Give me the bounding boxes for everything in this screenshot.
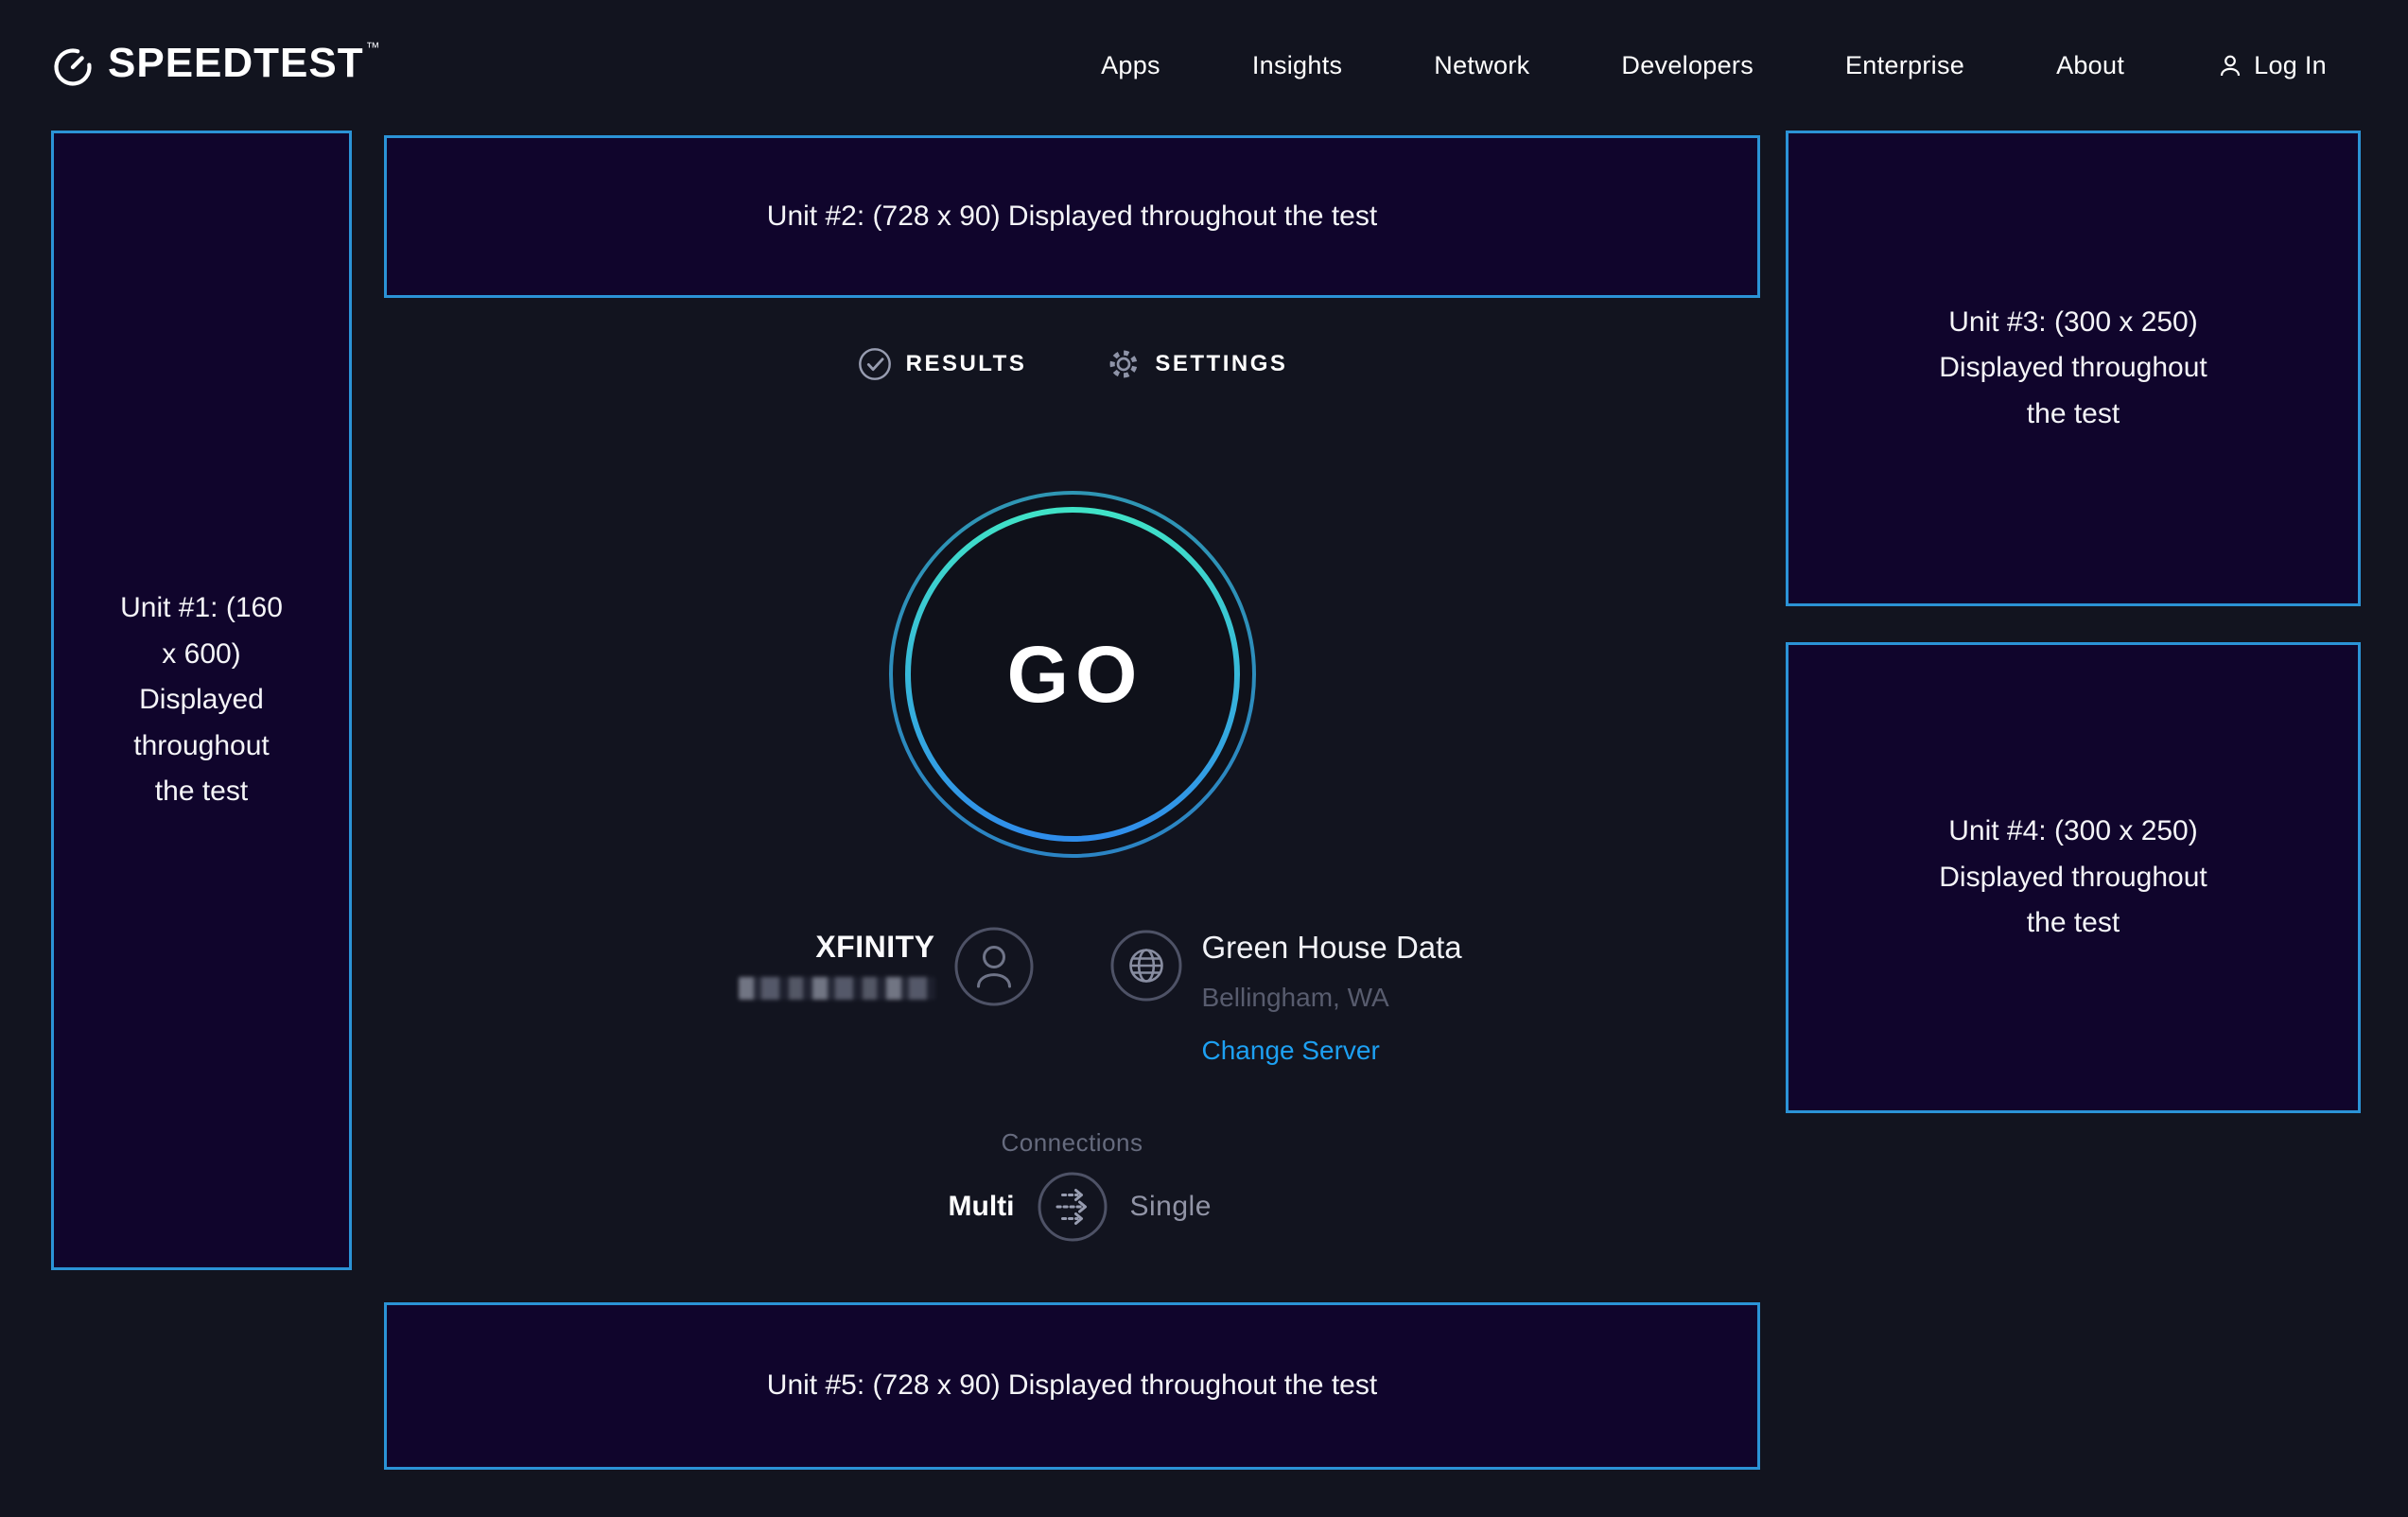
ad-unit-1[interactable]: Unit #1: (160 x 600) Displayed throughou…	[51, 131, 352, 1270]
server-block: Green House Data Bellingham, WA Change S…	[1202, 929, 1462, 1067]
nav-item-insights[interactable]: Insights	[1252, 51, 1342, 80]
login-label: Log In	[2254, 51, 2327, 80]
logo-trademark: ™	[366, 40, 380, 56]
logo[interactable]: SPEEDTEST ™	[51, 42, 380, 89]
nav-item-network[interactable]: Network	[1434, 51, 1529, 80]
connections-single-wrap: Single	[1130, 1171, 1212, 1243]
main-nav: Apps Insights Network Developers Enterpr…	[1101, 51, 2327, 80]
connection-info-row: XFINITY	[384, 925, 1760, 1076]
nav-item-enterprise[interactable]: Enterprise	[1845, 51, 1964, 80]
connections-section: Connections Multi Single	[384, 1127, 1760, 1260]
isp-info: XFINITY	[739, 925, 1036, 1008]
connections-multi-wrap: Multi	[949, 1171, 1015, 1243]
go-button[interactable]: GO	[887, 489, 1258, 860]
tab-results[interactable]: RESULTS	[857, 346, 1027, 382]
globe-icon	[1109, 929, 1183, 1003]
change-server-link[interactable]: Change Server	[1202, 1035, 1380, 1067]
connections-multi[interactable]: Multi	[949, 1191, 1015, 1223]
nav-login[interactable]: Log In	[2216, 51, 2327, 80]
tab-settings[interactable]: SETTINGS	[1106, 346, 1287, 382]
logo-text: SPEEDTEST	[108, 42, 364, 85]
tab-settings-label: SETTINGS	[1155, 351, 1287, 377]
go-button-area: GO	[384, 489, 1760, 860]
person-icon	[2216, 51, 2244, 79]
nav-item-developers[interactable]: Developers	[1621, 51, 1754, 80]
tabs-bar: RESULTS SETTINGS	[384, 346, 1760, 382]
ad-unit-2[interactable]: Unit #2: (728 x 90) Displayed throughout…	[384, 135, 1760, 298]
nav-item-about[interactable]: About	[2056, 51, 2124, 80]
isp-ip-redacted	[739, 977, 935, 1000]
connections-title: Connections	[384, 1127, 1760, 1158]
ad-unit-2-text: Unit #2: (728 x 90) Displayed throughout…	[767, 194, 1377, 240]
ad-unit-4[interactable]: Unit #4: (300 x 250) Displayed throughou…	[1786, 642, 2361, 1113]
ad-unit-4-text: Unit #4: (300 x 250) Displayed throughou…	[1916, 809, 2230, 947]
ad-unit-5[interactable]: Unit #5: (728 x 90) Displayed throughout…	[384, 1302, 1760, 1470]
user-icon	[952, 925, 1036, 1008]
server-info: Green House Data Bellingham, WA Change S…	[1109, 925, 1462, 1067]
ad-unit-5-text: Unit #5: (728 x 90) Displayed throughout…	[767, 1363, 1377, 1409]
tab-results-label: RESULTS	[906, 351, 1027, 377]
connections-row: Multi Single	[384, 1171, 1760, 1243]
check-circle-icon	[857, 346, 893, 382]
server-location: Bellingham, WA	[1202, 982, 1462, 1014]
speedtest-page: SPEEDTEST ™ Apps Insights Network Develo…	[0, 0, 2408, 1517]
ad-unit-3[interactable]: Unit #3: (300 x 250) Displayed throughou…	[1786, 131, 2361, 606]
ad-unit-3-text: Unit #3: (300 x 250) Displayed throughou…	[1916, 300, 2230, 438]
server-name: Green House Data	[1202, 929, 1462, 967]
nav-item-apps[interactable]: Apps	[1101, 51, 1160, 80]
isp-block: XFINITY	[739, 930, 935, 1004]
connections-toggle[interactable]	[1037, 1171, 1108, 1243]
connections-single[interactable]: Single	[1130, 1191, 1212, 1223]
ad-unit-1-text: Unit #1: (160 x 600) Displayed throughou…	[113, 585, 290, 815]
header: SPEEDTEST ™ Apps Insights Network Develo…	[0, 0, 2408, 131]
gear-icon	[1106, 346, 1142, 382]
isp-name: XFINITY	[739, 930, 935, 965]
go-label: GO	[1001, 629, 1144, 721]
speedtest-gauge-icon	[51, 45, 95, 89]
